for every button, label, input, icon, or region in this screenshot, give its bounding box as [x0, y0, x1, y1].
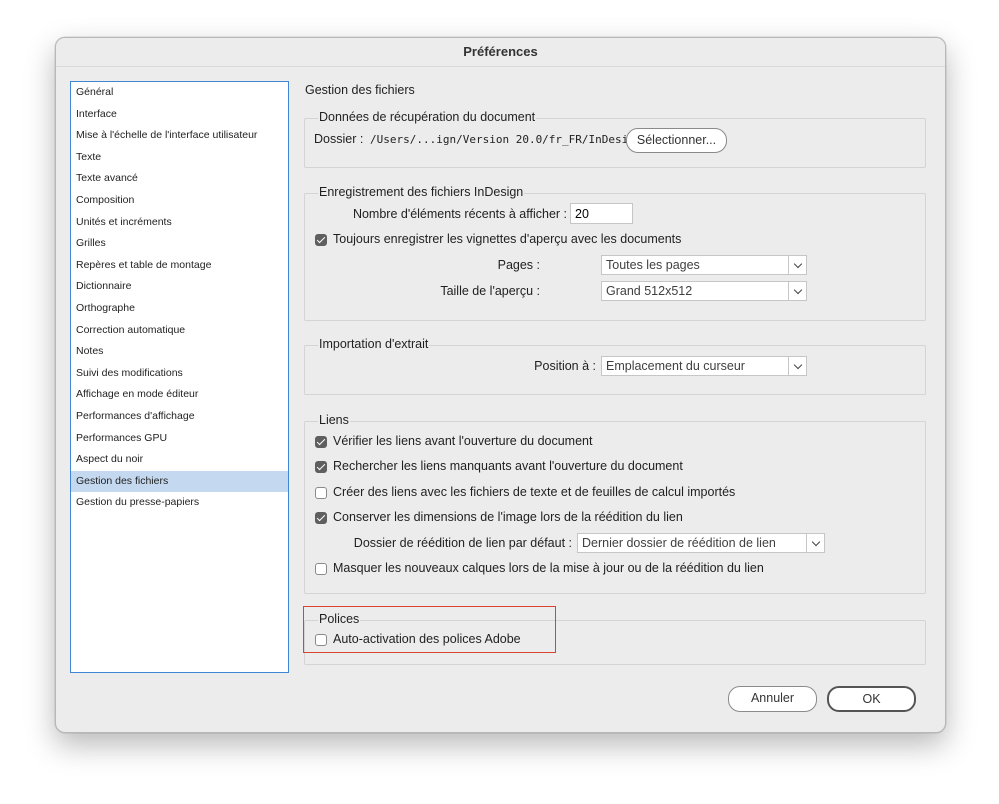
sidebar-item[interactable]: Texte	[71, 147, 288, 169]
sidebar-item[interactable]: Repères et table de montage	[71, 255, 288, 277]
position-label: Position à :	[534, 359, 596, 373]
sidebar-item[interactable]: Unités et incréments	[71, 212, 288, 234]
pages-value: Toutes les pages	[606, 258, 700, 272]
preserve-dimensions-label: Conserver les dimensions de l'image lors…	[333, 510, 683, 524]
thumbnails-checkbox[interactable]	[315, 234, 327, 246]
saving-group-title: Enregistrement des fichiers InDesign	[318, 185, 525, 199]
sidebar-item[interactable]: Dictionnaire	[71, 276, 288, 298]
cancel-button[interactable]: Annuler	[728, 686, 817, 712]
thumbnails-label: Toujours enregistrer les vignettes d'ape…	[333, 232, 682, 246]
sidebar-item[interactable]: Gestion du presse-papiers	[71, 492, 288, 514]
position-value: Emplacement du curseur	[606, 359, 745, 373]
preferences-category-list[interactable]: Général Interface Mise à l'échelle de l'in…	[70, 81, 289, 673]
snippet-group-title: Importation d'extrait	[318, 337, 430, 351]
sidebar-item[interactable]: Grilles	[71, 233, 288, 255]
create-links-label: Créer des liens avec les fichiers de tex…	[333, 485, 736, 499]
preserve-dimensions-checkbox[interactable]	[315, 512, 327, 524]
sidebar-item[interactable]: Texte avancé	[71, 168, 288, 190]
sidebar-item[interactable]: Affichage en mode éditeur	[71, 384, 288, 406]
sidebar-item[interactable]: Aspect du noir	[71, 449, 288, 471]
ok-button[interactable]: OK	[827, 686, 916, 712]
preview-size-select[interactable]: Grand 512x512	[601, 281, 807, 301]
sidebar-item[interactable]: Suivi des modifications	[71, 363, 288, 385]
chevron-down-icon	[806, 534, 824, 552]
recent-items-field[interactable]	[570, 203, 633, 224]
find-missing-links-checkbox[interactable]	[315, 461, 327, 473]
sidebar-item[interactable]: Performances d'affichage	[71, 406, 288, 428]
sidebar-item[interactable]: Composition	[71, 190, 288, 212]
sidebar-item[interactable]: Correction automatique	[71, 320, 288, 342]
sidebar-item[interactable]: Notes	[71, 341, 288, 363]
hide-layers-label: Masquer les nouveaux calques lors de la …	[333, 561, 764, 575]
relink-folder-value: Dernier dossier de réédition de lien	[582, 536, 776, 550]
sidebar-item[interactable]: Interface	[71, 104, 288, 126]
sidebar-item[interactable]: Mise à l'échelle de l'interface utilisat…	[71, 125, 288, 147]
check-links-label: Vérifier les liens avant l'ouverture du …	[333, 434, 593, 448]
position-select[interactable]: Emplacement du curseur	[601, 356, 807, 376]
recent-items-label: Nombre d'éléments récents à afficher :	[352, 207, 567, 221]
sidebar-item[interactable]: Performances GPU	[71, 428, 288, 450]
find-missing-links-label: Rechercher les liens manquants avant l'o…	[333, 459, 683, 473]
folder-label: Dossier :	[314, 132, 364, 146]
preferences-dialog: Préférences Général Interface Mise à l'éch…	[55, 37, 946, 733]
chevron-down-icon	[788, 256, 806, 274]
sidebar-item[interactable]: Général	[71, 82, 288, 104]
check-links-checkbox[interactable]	[315, 436, 327, 448]
pages-label: Pages :	[497, 258, 540, 272]
dialog-title: Préférences	[56, 38, 945, 67]
highlight-box	[303, 606, 556, 653]
relink-folder-label: Dossier de réédition de lien par défaut …	[353, 536, 572, 550]
chevron-down-icon	[788, 357, 806, 375]
sidebar-item[interactable]: Gestion des fichiers	[71, 470, 288, 493]
preview-size-label: Taille de l'aperçu :	[440, 284, 540, 298]
sidebar-item[interactable]: Orthographe	[71, 298, 288, 320]
select-folder-button[interactable]: Sélectionner...	[626, 128, 727, 153]
relink-folder-select[interactable]: Dernier dossier de réédition de lien	[577, 533, 825, 553]
hide-layers-checkbox[interactable]	[315, 563, 327, 575]
links-group-title: Liens	[318, 413, 350, 427]
pages-select[interactable]: Toutes les pages	[601, 255, 807, 275]
chevron-down-icon	[788, 282, 806, 300]
preview-size-value: Grand 512x512	[606, 284, 693, 298]
section-title: Gestion des fichiers	[305, 83, 415, 97]
create-links-checkbox[interactable]	[315, 487, 327, 499]
recovery-group-title: Données de récupération du document	[318, 110, 537, 124]
